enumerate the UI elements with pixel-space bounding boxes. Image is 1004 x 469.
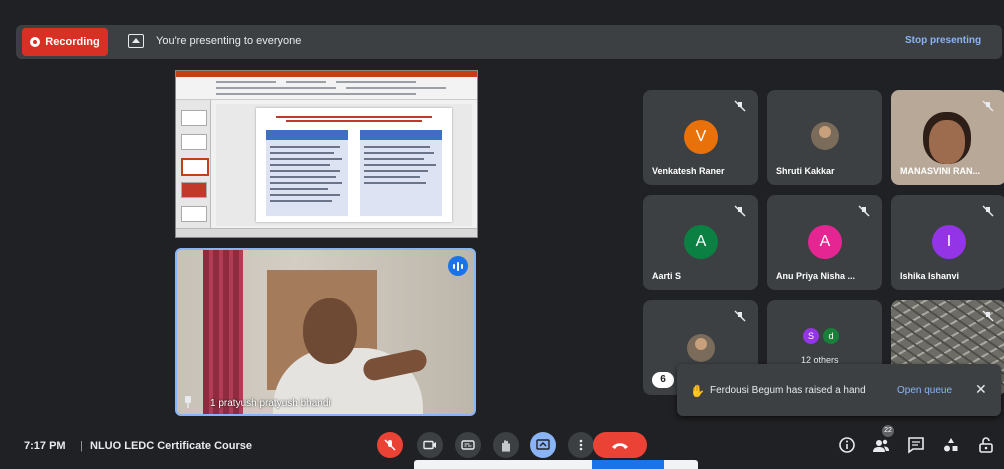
avatar: S <box>803 328 819 344</box>
meeting-clock: 7:17 PM <box>24 440 66 452</box>
presenter-name-label: 1 pratyush pratyush bhandi <box>210 398 331 409</box>
avatar <box>811 122 839 150</box>
slide-thumbnails <box>176 100 211 228</box>
open-queue-button[interactable]: Open queue <box>897 385 952 396</box>
presenter-video-tile[interactable] <box>175 248 476 416</box>
mic-off-icon <box>982 205 994 217</box>
more-options-icon <box>579 439 583 451</box>
slide-column-left <box>266 130 348 216</box>
participant-name: Aarti S <box>652 271 682 281</box>
participant-name: Anu Priya Nisha ... <box>776 271 856 281</box>
mic-off-icon <box>384 439 396 451</box>
present-screen-icon <box>128 34 144 48</box>
pin-icon[interactable] <box>184 396 192 408</box>
avatar <box>687 334 715 362</box>
mic-toggle-button[interactable] <box>377 432 403 458</box>
stop-presenting-button[interactable]: Stop presenting <box>905 35 981 46</box>
participant-name: Shruti Kakkar <box>776 166 835 176</box>
camera-toggle-button[interactable] <box>417 432 443 458</box>
recording-indicator[interactable]: Recording <box>22 28 108 56</box>
participant-name: Ishika Ishanvi <box>900 271 960 281</box>
participant-tile[interactable]: Shruti Kakkar <box>767 90 882 185</box>
participant-tile[interactable]: A Aarti S <box>643 195 758 290</box>
present-now-button[interactable] <box>530 432 556 458</box>
participant-tile[interactable]: A Anu Priya Nisha ... <box>767 195 882 290</box>
mic-off-icon <box>734 310 746 322</box>
shared-screen-preview <box>175 70 478 238</box>
people-count-badge: 22 <box>882 425 894 437</box>
notification-message: Ferdousi Begum has raised a hand <box>710 385 866 396</box>
closed-captions-icon <box>461 440 475 450</box>
separator: | <box>80 440 83 452</box>
raise-hand-icon: ✋ <box>690 384 705 398</box>
slide-page <box>256 108 452 222</box>
participant-tile[interactable]: V Venkatesh Raner <box>643 90 758 185</box>
more-options-button[interactable] <box>568 432 594 458</box>
avatar: I <box>932 225 966 259</box>
camera-icon <box>423 440 436 450</box>
mic-off-icon <box>982 310 994 322</box>
slide-title-lines <box>266 114 442 124</box>
avatar: A <box>808 225 842 259</box>
presenting-status-text: You're presenting to everyone <box>156 35 302 47</box>
info-icon[interactable] <box>838 436 856 454</box>
captions-button[interactable] <box>455 432 481 458</box>
present-screen-icon <box>536 439 550 450</box>
end-call-icon <box>612 443 628 449</box>
background-curtain <box>203 250 243 414</box>
host-controls-icon[interactable] <box>977 436 995 454</box>
slide-canvas <box>216 104 472 226</box>
raise-hand-button[interactable] <box>493 432 519 458</box>
screen-share-controls-strip[interactable] <box>414 460 698 469</box>
activities-icon[interactable] <box>942 436 960 454</box>
avatar: d <box>823 328 839 344</box>
mic-off-icon <box>734 205 746 217</box>
chat-icon[interactable] <box>907 436 925 454</box>
meeting-title: NLUO LEDC Certificate Course <box>90 440 252 452</box>
mic-off-icon <box>734 100 746 112</box>
participant-tile[interactable]: I Ishika Ishanvi <box>891 195 1004 290</box>
avatar: A <box>684 225 718 259</box>
mic-off-icon <box>982 100 994 112</box>
participant-camera-tile[interactable]: MANASVINI RAN... <box>891 90 1004 185</box>
close-icon[interactable]: ✕ <box>975 381 987 398</box>
powerpoint-statusbar <box>176 228 477 237</box>
record-icon <box>30 37 41 47</box>
mic-off-icon <box>858 205 870 217</box>
end-call-button[interactable] <box>593 432 647 458</box>
powerpoint-ribbon <box>176 71 477 100</box>
raise-hand-icon <box>502 440 510 452</box>
people-icon[interactable] <box>872 436 890 454</box>
hidden-participants-chip[interactable]: 6 <box>652 372 674 388</box>
participant-name: Venkatesh Raner <box>652 166 725 176</box>
presenter-head <box>303 298 357 364</box>
recording-label: Recording <box>45 36 100 48</box>
avatar: V <box>684 120 718 154</box>
participant-name: MANASVINI RAN... <box>900 166 981 176</box>
speaking-indicator-icon <box>448 256 468 276</box>
slide-column-right <box>360 130 442 216</box>
